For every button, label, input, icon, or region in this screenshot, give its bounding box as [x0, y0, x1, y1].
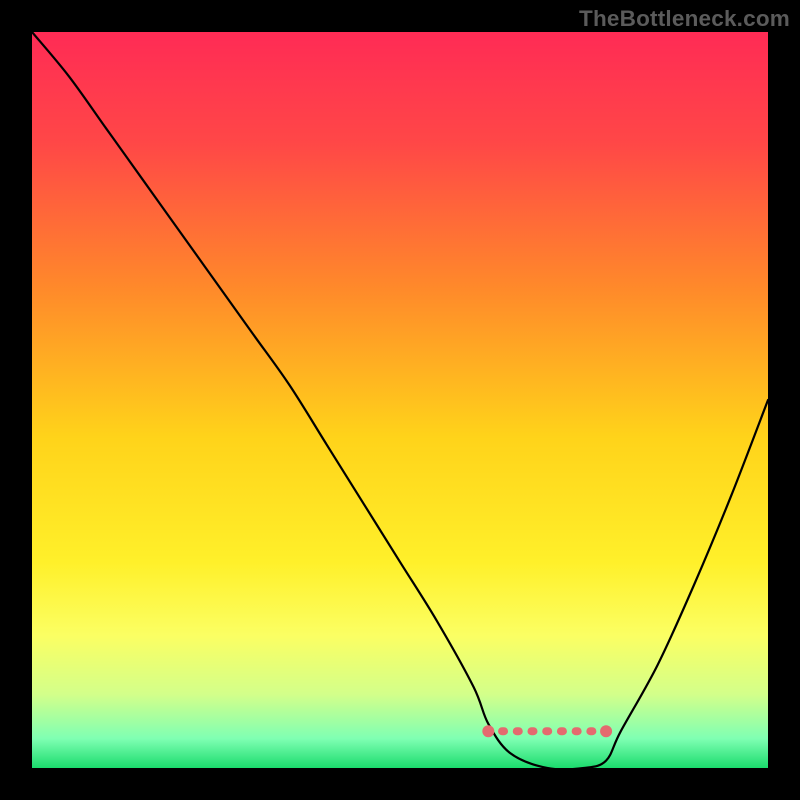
plot-area — [32, 32, 768, 768]
chart-frame: TheBottleneck.com — [0, 0, 800, 800]
chart-svg — [32, 32, 768, 768]
gradient-background — [32, 32, 768, 768]
watermark-text: TheBottleneck.com — [579, 6, 790, 32]
